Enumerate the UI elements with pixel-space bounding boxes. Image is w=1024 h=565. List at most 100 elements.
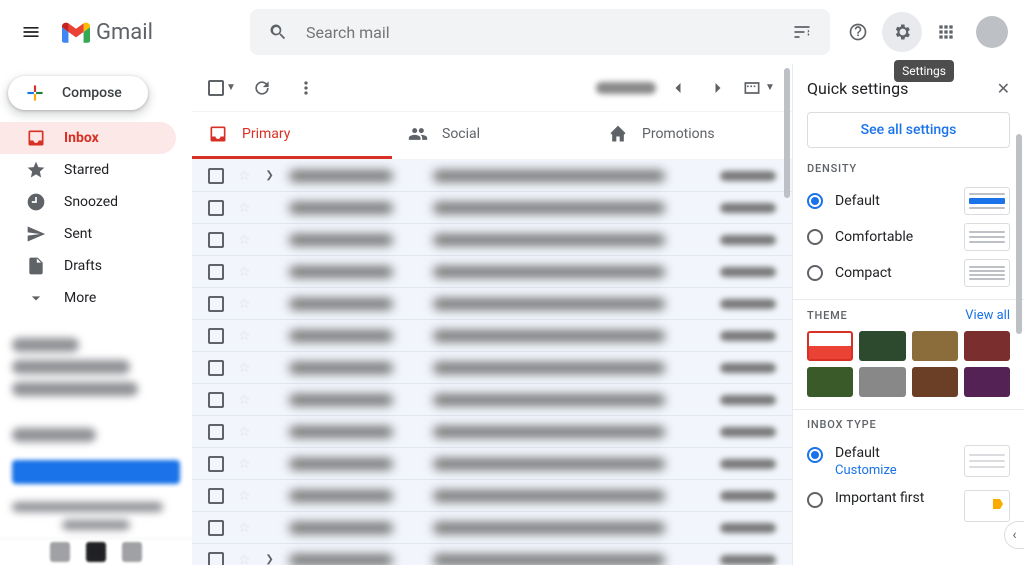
- mail-row[interactable]: ☆: [192, 416, 792, 448]
- nav-starred[interactable]: Starred: [0, 154, 176, 186]
- inbox-type-important-first[interactable]: Important first: [807, 484, 1010, 528]
- importance-marker[interactable]: ❯: [265, 554, 275, 565]
- search-bar[interactable]: [250, 9, 830, 55]
- select-dropdown-caret[interactable]: ▼: [226, 82, 236, 93]
- nav-snoozed[interactable]: Snoozed: [0, 186, 176, 218]
- input-tools-button[interactable]: ▼: [740, 70, 776, 106]
- row-star[interactable]: ☆: [238, 200, 251, 216]
- row-checkbox[interactable]: [208, 520, 224, 536]
- theme-option[interactable]: [859, 367, 905, 397]
- row-star[interactable]: ☆: [238, 488, 251, 504]
- row-star[interactable]: ☆: [238, 296, 251, 312]
- select-all[interactable]: ▼: [208, 80, 236, 96]
- row-checkbox[interactable]: [208, 232, 224, 248]
- select-all-checkbox[interactable]: [208, 80, 224, 96]
- page-prev-button[interactable]: [660, 70, 696, 106]
- side-panel-toggle[interactable]: ‹: [1004, 521, 1024, 549]
- sidebar-footer-tabs[interactable]: [0, 538, 192, 565]
- page-next-button[interactable]: [700, 70, 736, 106]
- row-checkbox[interactable]: [208, 456, 224, 472]
- theme-view-all-link[interactable]: View all: [965, 308, 1010, 323]
- row-checkbox[interactable]: [208, 552, 224, 565]
- row-star[interactable]: ☆: [238, 520, 251, 536]
- row-checkbox[interactable]: [208, 200, 224, 216]
- compose-button[interactable]: Compose: [8, 76, 148, 110]
- tab-primary[interactable]: Primary: [192, 112, 392, 159]
- mail-row[interactable]: ☆: [192, 480, 792, 512]
- mail-row[interactable]: ☆: [192, 512, 792, 544]
- mail-row[interactable]: ☆: [192, 352, 792, 384]
- app-header: Gmail Settings: [0, 0, 1024, 64]
- theme-option[interactable]: [859, 331, 905, 361]
- panel-scrollbar[interactable]: [1016, 134, 1022, 334]
- hamburger-icon: [21, 22, 41, 42]
- close-panel-button[interactable]: ✕: [997, 79, 1010, 98]
- refresh-button[interactable]: [244, 70, 280, 106]
- row-star[interactable]: ☆: [238, 328, 251, 344]
- mail-row[interactable]: ☆❯: [192, 544, 792, 565]
- mail-row[interactable]: ☆: [192, 192, 792, 224]
- row-star[interactable]: ☆: [238, 168, 251, 184]
- theme-option[interactable]: [912, 331, 958, 361]
- settings-button[interactable]: [882, 12, 922, 52]
- support-button[interactable]: [838, 12, 878, 52]
- row-star[interactable]: ☆: [238, 264, 251, 280]
- row-star[interactable]: ☆: [238, 360, 251, 376]
- nav-sent[interactable]: Sent: [0, 218, 176, 250]
- mail-rows[interactable]: ☆❯ ☆ ☆ ☆ ☆ ☆ ☆ ☆ ☆ ☆ ☆ ☆ ☆❯: [192, 160, 792, 565]
- mail-row[interactable]: ☆: [192, 320, 792, 352]
- theme-option[interactable]: [964, 331, 1010, 361]
- nav-inbox[interactable]: Inbox: [0, 122, 176, 154]
- nav-drafts[interactable]: Drafts: [0, 250, 176, 282]
- row-star[interactable]: ☆: [238, 424, 251, 440]
- customize-link[interactable]: Customize: [835, 463, 897, 478]
- density-compact[interactable]: Compact: [807, 255, 1010, 291]
- theme-option[interactable]: [807, 367, 853, 397]
- row-checkbox[interactable]: [208, 360, 224, 376]
- more-actions-button[interactable]: [288, 70, 324, 106]
- row-checkbox[interactable]: [208, 328, 224, 344]
- account-avatar[interactable]: [976, 16, 1008, 48]
- mail-row[interactable]: ☆❯: [192, 160, 792, 192]
- see-all-settings-button[interactable]: See all settings: [807, 112, 1010, 148]
- mail-row[interactable]: ☆: [192, 224, 792, 256]
- mail-row[interactable]: ☆: [192, 256, 792, 288]
- search-options-icon[interactable]: [782, 12, 822, 52]
- list-scrollbar[interactable]: [784, 68, 790, 198]
- pagination-count: [596, 82, 656, 94]
- theme-option[interactable]: [964, 367, 1010, 397]
- density-default[interactable]: Default: [807, 183, 1010, 219]
- row-checkbox[interactable]: [208, 424, 224, 440]
- tab-social[interactable]: Social: [392, 112, 592, 159]
- row-star[interactable]: ☆: [238, 552, 251, 565]
- hangouts-note: [0, 494, 192, 538]
- main-menu-button[interactable]: [8, 8, 54, 56]
- row-checkbox[interactable]: [208, 168, 224, 184]
- row-star[interactable]: ☆: [238, 392, 251, 408]
- row-checkbox[interactable]: [208, 488, 224, 504]
- theme-option[interactable]: [912, 367, 958, 397]
- mail-row[interactable]: ☆: [192, 384, 792, 416]
- row-star[interactable]: ☆: [238, 232, 251, 248]
- inbox-preview: [964, 445, 1010, 477]
- density-comfortable[interactable]: Comfortable: [807, 219, 1010, 255]
- importance-marker[interactable]: ❯: [265, 170, 275, 181]
- theme-option[interactable]: [807, 331, 853, 361]
- tab-promotions[interactable]: Promotions: [592, 112, 792, 159]
- chevron-left-icon: [668, 78, 688, 98]
- row-checkbox[interactable]: [208, 392, 224, 408]
- hangouts-signin-button[interactable]: [12, 460, 180, 484]
- row-checkbox[interactable]: [208, 264, 224, 280]
- gmail-logo[interactable]: Gmail: [62, 20, 242, 45]
- mail-row[interactable]: ☆: [192, 288, 792, 320]
- search-icon[interactable]: [258, 12, 298, 52]
- search-input[interactable]: [306, 23, 774, 42]
- mail-row[interactable]: ☆: [192, 448, 792, 480]
- nav-more[interactable]: More: [0, 282, 176, 314]
- row-star[interactable]: ☆: [238, 456, 251, 472]
- inbox-type-default[interactable]: DefaultCustomize: [807, 439, 1010, 484]
- apps-button[interactable]: [926, 12, 966, 52]
- category-tabs: Primary Social Promotions: [192, 112, 792, 160]
- row-checkbox[interactable]: [208, 296, 224, 312]
- gear-icon: [892, 22, 912, 42]
